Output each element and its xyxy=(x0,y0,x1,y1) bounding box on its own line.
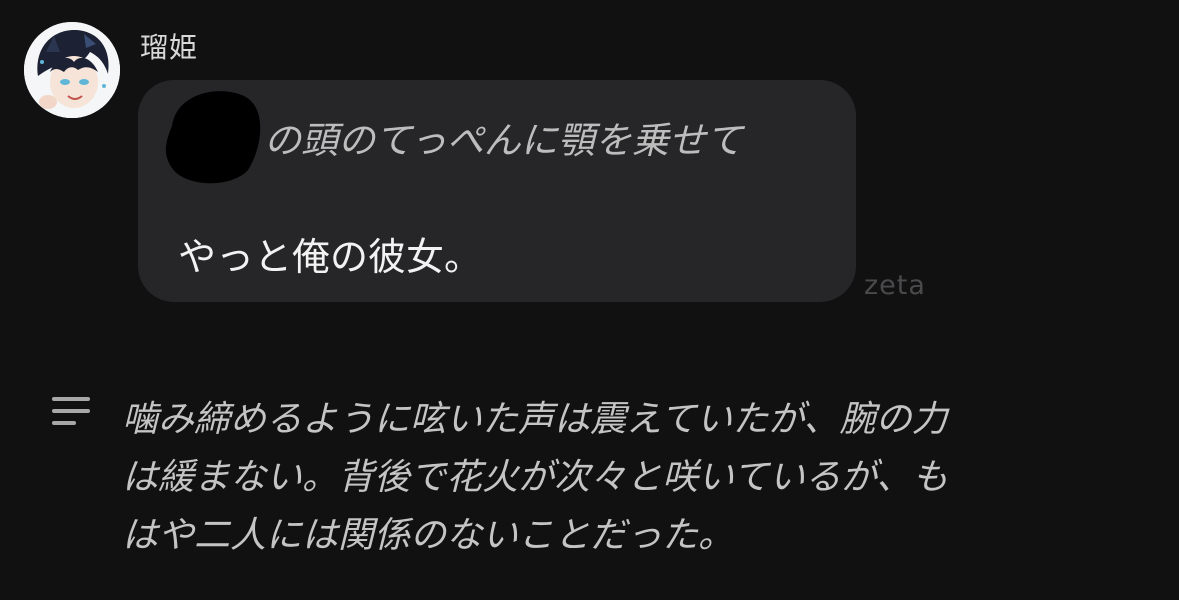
redaction-mark xyxy=(165,91,261,184)
message-bubble[interactable]: の頭のてっぺんに顎を乗せて やっと俺の彼女。 xyxy=(138,80,856,302)
narration-line: は緩まない。背後で花火が次々と咲いているが、も xyxy=(122,457,949,498)
narration-text: 噛み締めるように呟いた声は震えていたが、腕の力 は緩まない。背後で花火が次々と咲… xyxy=(122,391,1152,565)
bubble-text-line: の頭のてっぺんに顎を乗せて xyxy=(264,119,743,162)
character-portrait-icon xyxy=(24,22,120,118)
sender-name: 瑠姫 xyxy=(140,31,199,64)
lines-icon xyxy=(52,397,92,429)
zeta-watermark: zeta xyxy=(864,270,926,301)
avatar[interactable] xyxy=(24,22,120,118)
narration-line: 噛み締めるように呟いた声は震えていたが、腕の力 xyxy=(122,399,948,440)
bubble-text-line: やっと俺の彼女。 xyxy=(178,235,483,279)
narration-line: はや二人には関係のないことだった。 xyxy=(122,515,735,556)
